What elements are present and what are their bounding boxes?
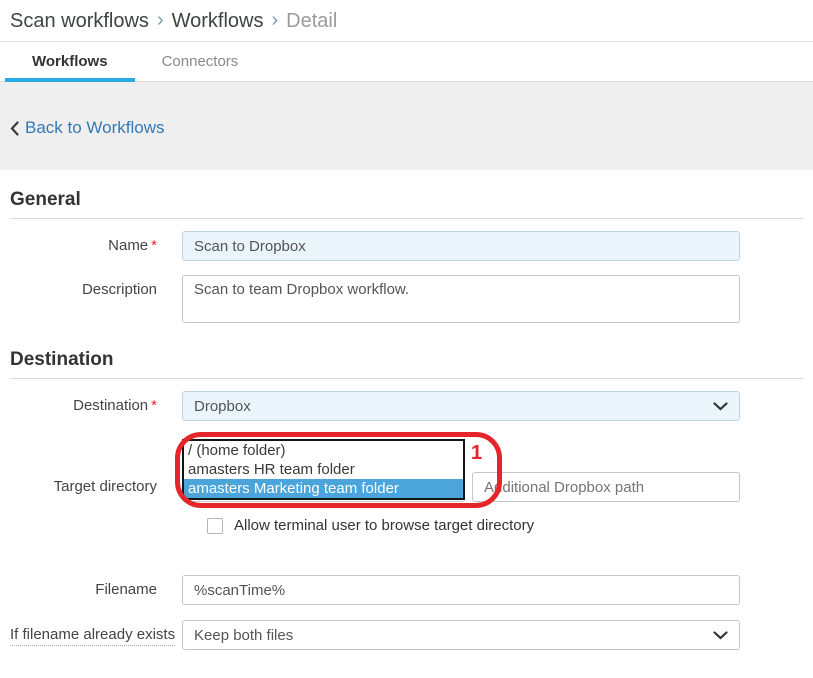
filename-field-col [182, 575, 740, 605]
description-label: Description [10, 275, 182, 298]
browse-checkbox[interactable] [207, 518, 223, 534]
back-to-workflows-link[interactable]: Back to Workflows [10, 118, 165, 138]
conflict-label-text: If filename already exists [10, 626, 175, 646]
required-asterisk: * [151, 237, 157, 254]
general-section: Name* Description Scan to team Dropbox w… [10, 219, 803, 328]
destination-label: Destination* [10, 391, 182, 414]
conflict-field-col: Keep both files [182, 620, 740, 650]
destination-label-text: Destination [73, 397, 148, 414]
description-field-col: Scan to team Dropbox workflow. [182, 275, 740, 328]
dropdown-option-home-folder[interactable]: / (home folder) [184, 441, 463, 460]
chevron-down-icon [713, 631, 728, 640]
target-directory-widgets: / (home folder) amasters HR team folder … [182, 439, 740, 509]
breadcrumb-detail: Detail [286, 10, 337, 33]
conflict-row: If filename already exists Keep both fil… [10, 620, 803, 650]
name-row: Name* [10, 231, 803, 261]
tab-connectors[interactable]: Connectors [135, 42, 266, 81]
dropdown-option-marketing-team-folder[interactable]: amasters Marketing team folder [184, 479, 463, 498]
back-band: Back to Workflows [0, 82, 813, 170]
chevron-right-icon: › [271, 9, 278, 32]
conflict-select-value: Keep both files [194, 627, 293, 644]
filename-label: Filename [10, 575, 182, 598]
conflict-label: If filename already exists [10, 620, 182, 643]
target-directory-row: Target directory / (home folder) amaster… [10, 439, 803, 509]
tab-bar: Workflows Connectors [0, 42, 813, 82]
general-section-title: General [10, 189, 803, 219]
required-asterisk: * [151, 397, 157, 414]
target-directory-label: Target directory [10, 439, 182, 495]
description-textarea[interactable]: Scan to team Dropbox workflow. [182, 275, 740, 323]
conflict-select[interactable]: Keep both files [182, 620, 740, 650]
browse-checkbox-row: Allow terminal user to browse target dir… [207, 517, 803, 534]
main-content: General Name* Description Scan to team D… [0, 189, 813, 650]
name-label: Name* [10, 231, 182, 254]
description-row: Description Scan to team Dropbox workflo… [10, 275, 803, 328]
back-link-label: Back to Workflows [25, 118, 165, 138]
chevron-down-icon [713, 402, 728, 411]
destination-select[interactable]: Dropbox [182, 391, 740, 421]
destination-select-value: Dropbox [194, 398, 251, 415]
target-directory-dropdown-list: / (home folder) amasters HR team folder … [182, 439, 465, 500]
destination-row: Destination* Dropbox [10, 391, 803, 421]
destination-section-title: Destination [10, 349, 803, 379]
chevron-left-icon [10, 121, 19, 136]
tab-workflows[interactable]: Workflows [5, 42, 135, 81]
name-input[interactable] [182, 231, 740, 261]
filename-input[interactable] [182, 575, 740, 605]
breadcrumb: Scan workflows › Workflows › Detail [0, 0, 813, 42]
filename-row: Filename [10, 575, 803, 605]
name-field-col [182, 231, 740, 261]
additional-dropbox-path-input[interactable] [472, 472, 740, 502]
breadcrumb-workflows[interactable]: Workflows [172, 10, 264, 33]
breadcrumb-scan-workflows[interactable]: Scan workflows [10, 10, 149, 33]
dropdown-option-hr-team-folder[interactable]: amasters HR team folder [184, 460, 463, 479]
destination-field-col: Dropbox [182, 391, 740, 421]
browse-checkbox-label: Allow terminal user to browse target dir… [234, 517, 534, 534]
chevron-right-icon: › [157, 9, 164, 32]
destination-section: Destination* Dropbox Target directory / … [10, 379, 803, 650]
name-label-text: Name [108, 237, 148, 254]
annotation-number: 1 [471, 442, 482, 465]
